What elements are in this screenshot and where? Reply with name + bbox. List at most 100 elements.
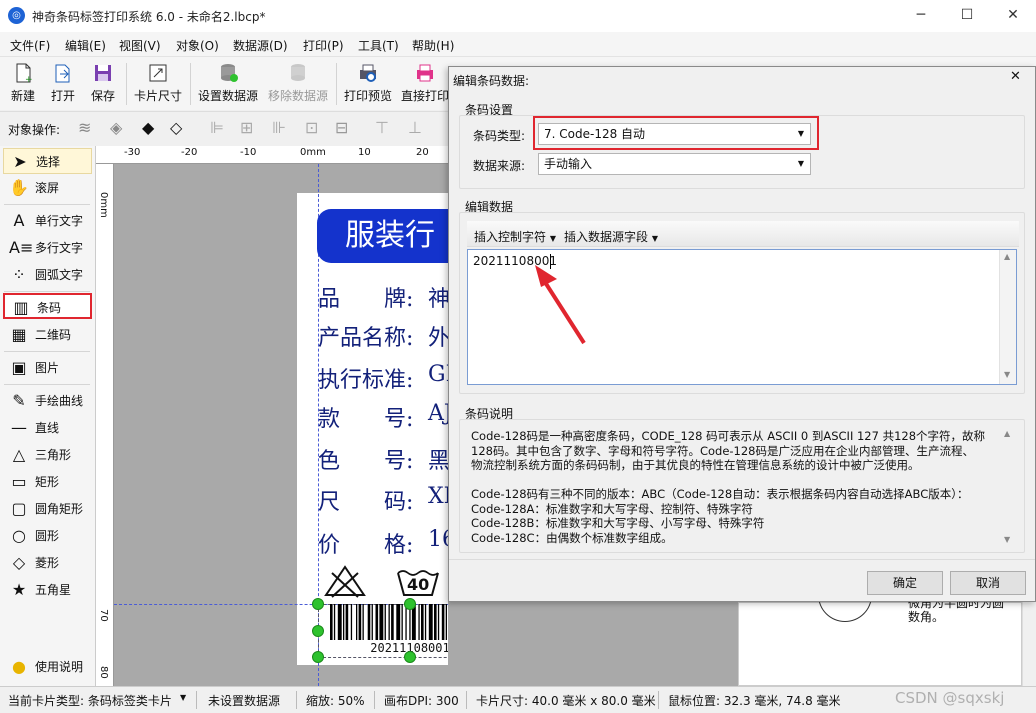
maximize-button[interactable]: ☐	[944, 0, 990, 32]
tool-rectangle[interactable]: ▭ 矩形	[3, 469, 92, 495]
menu-print[interactable]: 打印(P)	[303, 37, 344, 54]
resize-handle[interactable]	[404, 651, 416, 663]
bring-forward-icon[interactable]: ≋	[78, 118, 91, 137]
direct-print-button[interactable]: 直接打印	[400, 60, 450, 108]
resize-handle[interactable]	[404, 598, 416, 610]
status-card-size: 卡片尺寸: 40.0 毫米 x 80.0 毫米	[476, 694, 656, 708]
barcode-bar	[333, 604, 336, 640]
menu-edit[interactable]: 编辑(E)	[65, 37, 106, 54]
tool-select[interactable]: ➤ 选择	[3, 148, 92, 174]
desc-scrollbar[interactable]: ▲ ▼	[1001, 429, 1015, 547]
menu-object[interactable]: 对象(O)	[176, 37, 219, 54]
desc-line: Code-128C：由偶数个标准数字组成。	[471, 530, 673, 545]
menu-help[interactable]: 帮助(H)	[412, 37, 454, 54]
barcode-bar	[391, 604, 394, 640]
set-datasource-button[interactable]: 设置数据源	[196, 60, 260, 108]
ruler-tick-label: 0mm	[98, 192, 109, 218]
barcode-bar	[356, 604, 358, 640]
chevron-down-icon[interactable]: ▼	[180, 693, 186, 702]
dialog-close-button[interactable]: ✕	[1010, 69, 1021, 84]
minimize-button[interactable]: ─	[898, 0, 944, 32]
send-to-back-icon[interactable]: ◇	[170, 118, 182, 137]
multiline-text-icon: A≡	[9, 238, 34, 257]
scroll-up-icon[interactable]: ▲	[1004, 252, 1010, 261]
tool-scroll[interactable]: ✋ 滚屏	[3, 175, 92, 201]
scroll-up-icon[interactable]: ▲	[1004, 429, 1010, 438]
card-field-label[interactable]: 产品名称:	[318, 320, 413, 352]
card-field-value[interactable]: 黑	[428, 443, 450, 475]
tool-multi-line-text[interactable]: A≡ 多行文字	[3, 235, 92, 261]
tool-barcode[interactable]: ▥ 条码	[3, 293, 92, 319]
card-field-label[interactable]: 品 牌:	[318, 281, 413, 313]
barcode-bar	[350, 604, 353, 640]
menu-view[interactable]: 视图(V)	[119, 37, 161, 54]
help-label: 使用说明	[35, 660, 84, 674]
resize-handle[interactable]	[312, 625, 324, 637]
card-field-label[interactable]: 执行标准:	[318, 362, 413, 394]
barcode-bar	[384, 604, 386, 640]
status-separator	[466, 691, 467, 709]
barcode-type-value: 7. Code-128 自动	[544, 127, 646, 141]
card-field-label[interactable]: 色 号:	[318, 443, 413, 475]
insert-control-char-button[interactable]: 插入控制字符 ▼	[474, 228, 556, 245]
align-left-icon[interactable]: ⊫	[210, 118, 224, 137]
panel-separator	[4, 204, 90, 205]
tool-single-line-text[interactable]: A 单行文字	[3, 208, 92, 234]
print-preview-button[interactable]: 打印预览	[342, 60, 394, 108]
status-card-type: 当前卡片类型: 条码标签类卡片	[8, 694, 172, 708]
canvas-area[interactable]	[448, 602, 738, 686]
tool-triangle[interactable]: △ 三角形	[3, 442, 92, 468]
align-top-icon[interactable]: ⊤	[375, 118, 389, 137]
menu-file[interactable]: 文件(F)	[10, 37, 50, 54]
star-icon: ★	[11, 580, 27, 599]
tool-freehand[interactable]: ✎ 手绘曲线	[3, 388, 92, 414]
help-button[interactable]: ● 使用说明	[3, 654, 92, 680]
ok-button[interactable]: 确定	[867, 571, 943, 595]
menu-tools[interactable]: 工具(T)	[358, 37, 399, 54]
data-source-select[interactable]: 手动输入 ▼	[538, 153, 811, 175]
status-datasource: 未设置数据源	[208, 694, 281, 708]
card-field-value[interactable]: 神	[428, 281, 450, 313]
cancel-button[interactable]: 取消	[950, 571, 1026, 595]
insert-field-button[interactable]: 插入数据源字段 ▼	[564, 228, 658, 245]
open-button[interactable]: 打开	[46, 60, 80, 108]
align-right-icon[interactable]: ⊪	[272, 118, 286, 137]
card-field-label[interactable]: 尺 码:	[318, 484, 413, 516]
status-separator	[296, 691, 297, 709]
resize-handle[interactable]	[312, 651, 324, 663]
tool-circle[interactable]: ○ 圆形	[3, 523, 92, 549]
send-backward-icon[interactable]: ◈	[110, 118, 122, 137]
tool-arc-text[interactable]: ⁘ 圆弧文字	[3, 262, 92, 288]
save-button[interactable]: 保存	[86, 60, 120, 108]
card-field-label[interactable]: 价 格:	[318, 527, 413, 559]
scroll-down-icon[interactable]: ▼	[1004, 370, 1010, 379]
status-mouse-position: 鼠标位置: 32.3 毫米, 74.8 毫米	[668, 694, 841, 708]
tool-diamond[interactable]: ◇ 菱形	[3, 550, 92, 576]
desc-line: 物流控制系统方面的条码码制，由于其优良的特性在管理信息系统的设计中被广泛使用。	[471, 458, 920, 472]
data-source-value: 手动输入	[544, 157, 593, 171]
barcode-type-select[interactable]: 7. Code-128 自动 ▼	[538, 123, 811, 145]
distribute-icon[interactable]: ⊡	[305, 118, 318, 137]
menu-datasource[interactable]: 数据源(D)	[233, 37, 288, 54]
tool-rounded-rectangle[interactable]: ▢ 圆角矩形	[3, 496, 92, 522]
card-field-value[interactable]: 外	[428, 320, 450, 352]
scroll-down-icon[interactable]: ▼	[1004, 535, 1010, 544]
new-button[interactable]: + 新建	[6, 60, 40, 108]
bring-to-front-icon[interactable]: ◆	[142, 118, 154, 137]
align-middle-icon[interactable]: ⊥	[408, 118, 422, 137]
textarea-scrollbar[interactable]: ▲ ▼	[999, 250, 1016, 384]
resize-handle[interactable]	[312, 598, 324, 610]
close-button[interactable]: ✕	[990, 0, 1036, 32]
card-field-label[interactable]: 款 号:	[318, 401, 413, 433]
tool-image[interactable]: ▣ 图片	[3, 355, 92, 381]
tool-line[interactable]: — 直线	[3, 415, 92, 441]
tool-star[interactable]: ★ 五角星	[3, 577, 92, 603]
align-center-icon[interactable]: ⊞	[240, 118, 253, 137]
barcode-bar	[371, 604, 373, 640]
remove-datasource-button[interactable]: 移除数据源	[266, 60, 330, 108]
same-size-icon[interactable]: ⊟	[335, 118, 348, 137]
card-size-button[interactable]: 卡片尺寸	[132, 60, 184, 108]
barcode-bar	[434, 604, 437, 640]
tool-qrcode[interactable]: ▦ 二维码	[3, 322, 92, 348]
tool-label: 菱形	[35, 556, 60, 570]
